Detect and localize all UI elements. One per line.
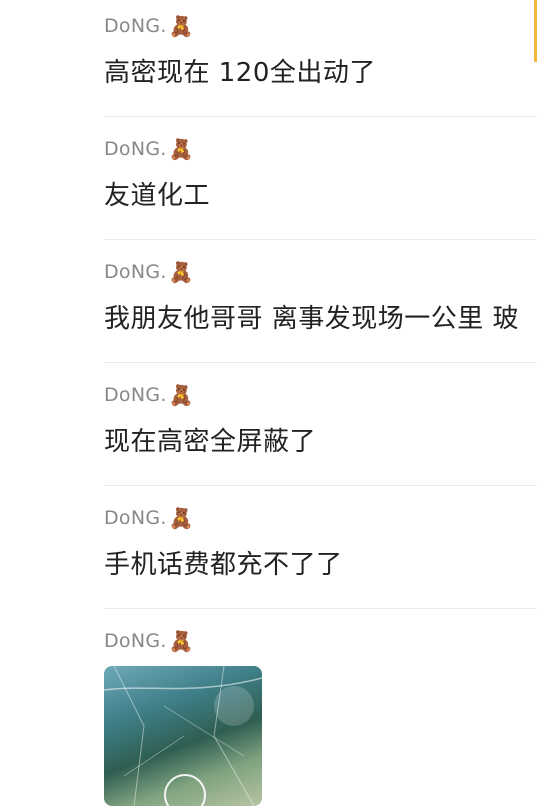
message-item-5[interactable]: DoNG. 🧸 手机话费都充不了了 [104,504,537,609]
message-item-3[interactable]: DoNG. 🧸 我朋友他哥哥 离事发现场一公里 玻 [104,258,537,363]
message-text: 高密现在 120全出动了 [104,58,376,88]
teddy-bear-icon: 🧸 [168,137,194,161]
sender-name[interactable]: DoNG. 🧸 [104,258,194,286]
teddy-bear-icon: 🧸 [168,383,194,407]
message-item-1[interactable]: DoNG. 🧸 高密现在 120全出动了 [104,12,537,117]
sender-label: DoNG. [104,138,167,160]
sender-label: DoNG. [104,507,167,529]
sender-name[interactable]: DoNG. 🧸 [104,135,194,163]
teddy-bear-icon: 🧸 [168,506,194,530]
teddy-bear-icon: 🧸 [168,629,194,653]
teddy-bear-icon: 🧸 [168,260,194,284]
teddy-bear-icon: 🧸 [168,14,194,38]
sender-label: DoNG. [104,384,167,406]
sender-name[interactable]: DoNG. 🧸 [104,627,194,655]
message-text: 我朋友他哥哥 离事发现场一公里 玻 [104,304,520,334]
message-item-2[interactable]: DoNG. 🧸 友道化工 [104,135,537,240]
message-item-4[interactable]: DoNG. 🧸 现在高密全屏蔽了 [104,381,537,486]
sender-label: DoNG. [104,630,167,652]
video-thumbnail[interactable] [104,666,262,806]
sender-name[interactable]: DoNG. 🧸 [104,12,194,40]
sender-label: DoNG. [104,15,167,37]
sender-name[interactable]: DoNG. 🧸 [104,381,194,409]
message-text: 现在高密全屏蔽了 [104,427,317,457]
message-text: 友道化工 [104,181,211,211]
sender-label: DoNG. [104,261,167,283]
sender-name[interactable]: DoNG. 🧸 [104,504,194,532]
message-text: 手机话费都充不了了 [104,550,343,580]
